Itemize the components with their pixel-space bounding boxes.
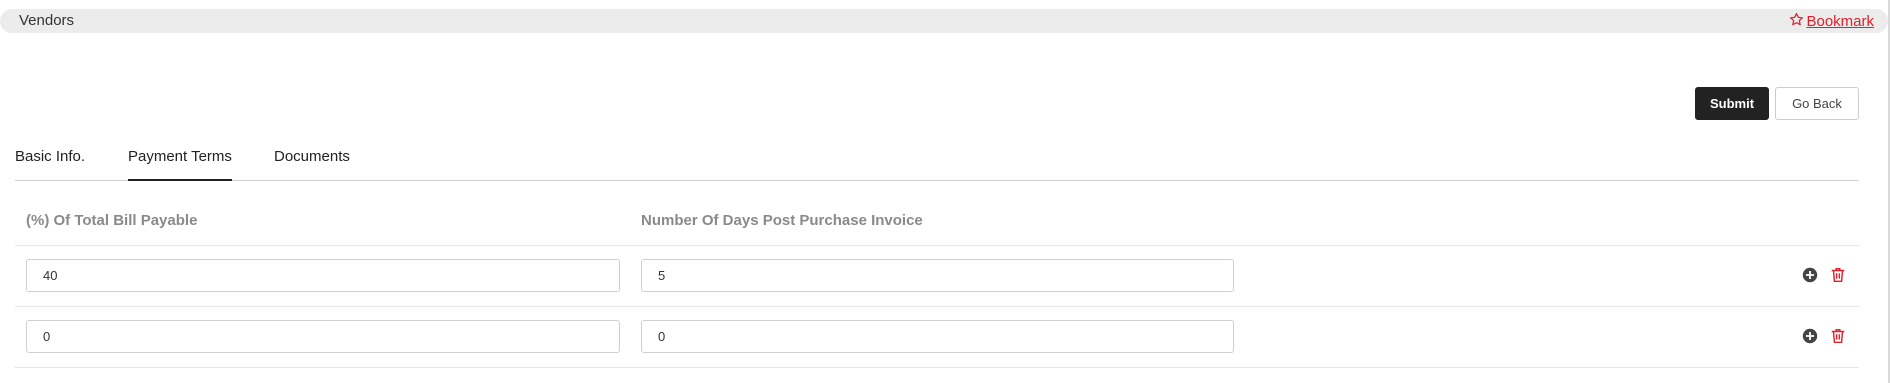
- days-input[interactable]: [641, 320, 1234, 353]
- row-divider: [15, 367, 1859, 368]
- star-outline-icon: [1789, 12, 1806, 31]
- go-back-button[interactable]: Go Back: [1775, 87, 1859, 120]
- days-input[interactable]: [641, 259, 1234, 292]
- tab-documents[interactable]: Documents: [274, 148, 350, 179]
- column-header-days: Number Of Days Post Purchase Invoice: [641, 212, 923, 229]
- column-header-percent: (%) Of Total Bill Payable: [26, 212, 198, 229]
- tab-bar: Basic Info. Payment Terms Documents: [15, 148, 1859, 181]
- bookmark-label: Bookmark: [1806, 13, 1874, 30]
- submit-button[interactable]: Submit: [1695, 87, 1769, 120]
- page-title: Vendors: [19, 12, 75, 29]
- tab-basic-info[interactable]: Basic Info.: [15, 148, 85, 179]
- trash-icon[interactable]: [1829, 327, 1847, 345]
- plus-circle-icon[interactable]: [1801, 266, 1819, 284]
- percent-input[interactable]: [26, 320, 620, 353]
- percent-input[interactable]: [26, 259, 620, 292]
- bookmark-link[interactable]: Bookmark: [1789, 12, 1874, 31]
- row-divider: [15, 306, 1859, 307]
- row-divider: [15, 245, 1859, 246]
- trash-icon[interactable]: [1829, 266, 1847, 284]
- tab-payment-terms[interactable]: Payment Terms: [128, 148, 232, 181]
- plus-circle-icon[interactable]: [1801, 327, 1819, 345]
- title-bar: Vendors Bookmark: [0, 9, 1888, 33]
